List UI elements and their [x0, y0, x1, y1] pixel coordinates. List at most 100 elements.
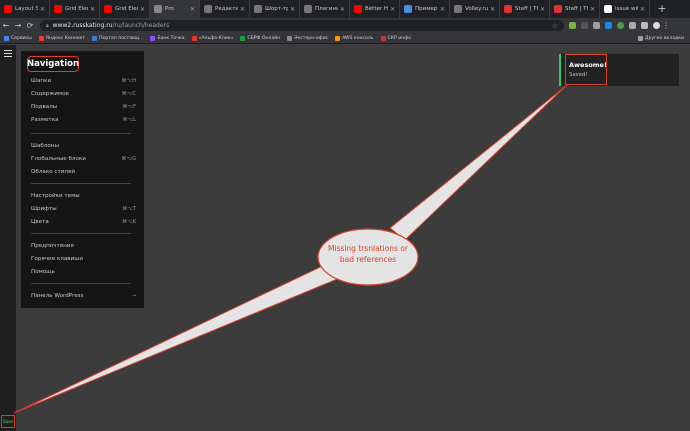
browser-tab[interactable]: Плагины ✕: [300, 0, 350, 18]
save-button[interactable]: Save: [1, 415, 15, 428]
browser-tab[interactable]: Pro ✕: [150, 0, 200, 18]
browser-toolbar: ← → ⟳ 🔒︎ www2.russkating.ru /ru/launch/h…: [0, 18, 690, 33]
more-menu-icon[interactable]: ⋮: [660, 21, 672, 30]
tab-title: Grid Elem: [65, 6, 88, 12]
back-icon[interactable]: ←: [0, 21, 12, 30]
close-tab-icon[interactable]: ✕: [190, 6, 195, 13]
hamburger-menu-icon[interactable]: [4, 50, 12, 59]
bookmark-item[interactable]: AWS консоль: [335, 35, 374, 41]
close-tab-icon[interactable]: ✕: [290, 6, 295, 13]
tab-favicon-icon: [154, 5, 162, 13]
tab-favicon-icon: [104, 5, 112, 13]
browser-tab[interactable]: Issue wit ✕: [600, 0, 650, 18]
tab-favicon-icon: [304, 5, 312, 13]
navigation-panel: Navigation Шапки ⌘⌥H Содержимое ⌘⌥C Подвалы ⌘…: [21, 51, 144, 308]
nav-menu-item[interactable]: Подвалы ⌘⌥F: [31, 102, 136, 111]
extension-icon[interactable]: [605, 22, 612, 29]
nav-menu-item[interactable]: Настройки темы: [31, 191, 136, 200]
bookmark-favicon-icon: [191, 35, 197, 41]
nav-menu-item[interactable]: Шапки ⌘⌥H: [31, 76, 136, 85]
nav-menu-item[interactable]: Содержимое ⌘⌥C: [31, 89, 136, 98]
bookmark-star-icon[interactable]: ☆: [552, 22, 558, 30]
extension-icon[interactable]: [593, 22, 600, 29]
nav-menu-item-label: Шрифты: [31, 205, 57, 212]
browser-tab[interactable]: Пример ✕: [400, 0, 450, 18]
nav-menu-item[interactable]: Помощь: [31, 267, 136, 276]
bookmark-item[interactable]: Яндекс Коннект: [38, 35, 85, 41]
nav-menu-item[interactable]: Разметка ⌘⌥L: [31, 115, 136, 124]
nav-menu-item[interactable]: Панель WordPress →: [31, 291, 136, 300]
close-tab-icon[interactable]: ✕: [40, 6, 45, 13]
bookmark-label: СКР инфо: [387, 35, 411, 41]
nav-menu-item[interactable]: Шрифты ⌘⌥T: [31, 204, 136, 213]
forward-icon[interactable]: →: [12, 21, 24, 30]
address-bar[interactable]: 🔒︎ www2.russkating.ru /ru/launch/headers…: [40, 20, 564, 31]
tab-favicon-icon: [54, 5, 62, 13]
nav-menu-item[interactable]: Горячие клавиши: [31, 254, 136, 263]
bookmark-item[interactable]: Сервисы: [4, 35, 32, 41]
close-tab-icon[interactable]: ✕: [340, 6, 345, 13]
other-bookmarks-label: Другие вкладки: [644, 35, 684, 41]
tab-title: Volley.ru: [465, 6, 488, 12]
nav-menu-item[interactable]: Цвета ⌘⌥K: [31, 217, 136, 226]
tab-favicon-icon: [504, 5, 512, 13]
nav-menu-item-label: Подвалы: [31, 103, 58, 110]
tab-favicon-icon: [604, 5, 612, 13]
close-tab-icon[interactable]: ✕: [640, 6, 645, 13]
tab-title: Плагины: [315, 6, 338, 12]
extension-icon[interactable]: [569, 22, 576, 29]
close-tab-icon[interactable]: ✕: [590, 6, 595, 13]
close-tab-icon[interactable]: ✕: [140, 6, 145, 13]
extension-icon[interactable]: [617, 22, 624, 29]
bookmark-item[interactable]: СКР инфо: [380, 35, 411, 41]
browser-tab[interactable]: Staff | Th ✕: [500, 0, 550, 18]
nav-menu-item-shortcut: →: [131, 292, 136, 299]
close-tab-icon[interactable]: ✕: [490, 6, 495, 13]
browser-tab[interactable]: Layout Si ✕: [0, 0, 50, 18]
bookmark-favicon-icon: [287, 35, 293, 41]
callout-text: Missing trsnlations or bad references: [318, 243, 418, 265]
nav-menu-item[interactable]: Предпочтения: [31, 241, 136, 250]
reload-icon[interactable]: ⟳: [24, 21, 36, 30]
puzzle-icon[interactable]: [641, 22, 648, 29]
bookmark-label: «Альфа-Клик»: [198, 35, 234, 41]
extension-icon[interactable]: [629, 22, 636, 29]
nav-menu-item[interactable]: Глобальные блоки ⌘⌥G: [31, 154, 136, 163]
tab-title: Пример: [415, 6, 438, 12]
close-tab-icon[interactable]: ✕: [90, 6, 95, 13]
browser-tab[interactable]: Grid Elem✕: [50, 0, 100, 18]
bookmark-label: СБРФ Онлайн: [247, 35, 281, 41]
nav-menu-item[interactable]: Облако стилей: [31, 167, 136, 176]
browser-tab[interactable]: Шорт-тр ✕: [250, 0, 300, 18]
nav-menu-item-label: Содержимое: [31, 90, 69, 97]
bookmark-item[interactable]: СБРФ Онлайн: [240, 35, 281, 41]
browser-tab[interactable]: Better He✕: [350, 0, 400, 18]
bookmark-item[interactable]: Банк Точка: [150, 35, 185, 41]
browser-tab[interactable]: Редактир✕: [200, 0, 250, 18]
nav-menu-item-shortcut: ⌘⌥F: [122, 103, 136, 110]
close-tab-icon[interactable]: ✕: [240, 6, 245, 13]
close-tab-icon[interactable]: ✕: [540, 6, 545, 13]
tab-title: Issue wit: [615, 6, 638, 12]
nav-menu-item-label: Цвета: [31, 218, 49, 225]
nav-menu-item[interactable]: Шаблоны: [31, 141, 136, 150]
browser-tab[interactable]: Grid Elem✕: [100, 0, 150, 18]
toast-highlight-box: [565, 54, 607, 85]
extension-icon[interactable]: [581, 22, 588, 29]
browser-tab[interactable]: Staff | Th ✕: [550, 0, 600, 18]
bookmark-item[interactable]: Экстерн-офис: [287, 35, 328, 41]
bookmark-label: Сервисы: [11, 35, 32, 41]
avatar[interactable]: [653, 22, 660, 29]
callout-pointer-top: [389, 84, 568, 241]
new-tab-button[interactable]: +: [654, 0, 670, 18]
nav-menu-item-shortcut: ⌘⌥C: [121, 90, 136, 97]
browser-tab[interactable]: Volley.ru ✕: [450, 0, 500, 18]
nav-menu-item-label: Разметка: [31, 116, 59, 123]
bookmark-favicon-icon: [380, 35, 386, 41]
close-tab-icon[interactable]: ✕: [390, 6, 395, 13]
other-bookmarks[interactable]: Другие вкладки: [637, 35, 684, 41]
bookmark-item[interactable]: Портал поставщ...: [92, 35, 143, 41]
close-tab-icon[interactable]: ✕: [440, 6, 445, 13]
nav-menu-item-shortcut: ⌘⌥L: [122, 116, 136, 123]
bookmark-item[interactable]: «Альфа-Клик»: [191, 35, 234, 41]
